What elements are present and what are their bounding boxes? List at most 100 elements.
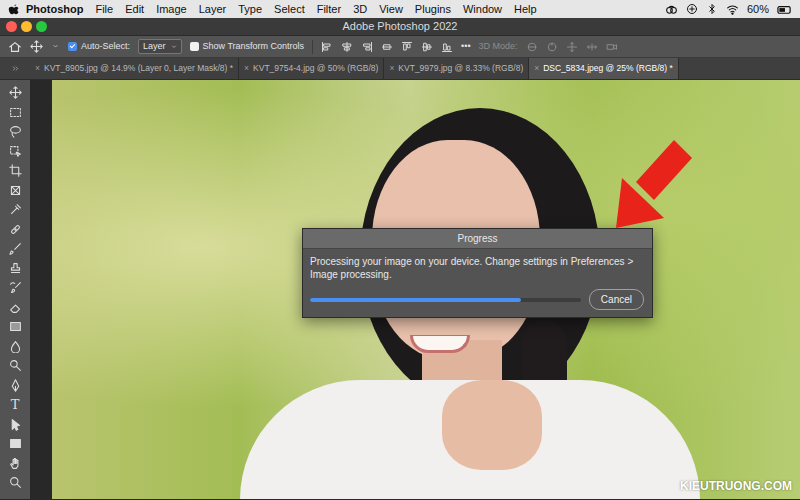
menu-item[interactable]: Layer	[193, 0, 233, 18]
document-tabs: ×KVT_8905.jpg @ 14.9% (Layer 0, Layer Ma…	[0, 58, 800, 80]
more-options-button[interactable]: •••	[461, 40, 470, 54]
options-bar: Auto-Select: Layer Show Transform Controls…	[0, 36, 800, 58]
bluetooth-icon[interactable]	[706, 3, 718, 15]
menu-item[interactable]: Type	[232, 0, 268, 18]
tool-button[interactable]	[0, 454, 30, 474]
window-controls	[6, 21, 47, 32]
tool-button[interactable]	[0, 278, 30, 298]
tab-label: KVT_9754-4.jpg @ 50% (RGB/8)	[253, 63, 378, 73]
caret-icon[interactable]	[51, 42, 60, 51]
rectangle-icon	[9, 437, 22, 450]
collapse-icon[interactable]	[11, 64, 20, 73]
dodge-icon	[9, 359, 22, 372]
menu-item[interactable]: Image	[150, 0, 193, 18]
tool-button[interactable]	[0, 200, 30, 220]
transform-controls-checkbox[interactable]: Show Transform Controls	[190, 40, 305, 54]
align-icon[interactable]	[341, 41, 353, 53]
dialog-message: Processing your image on your device. Ch…	[310, 255, 644, 281]
tool-button[interactable]	[0, 473, 30, 493]
app-menu[interactable]: Photoshop	[20, 0, 89, 18]
document-tab[interactable]: × KVT_9754-4.jpg @ 50% (RGB/8)	[239, 58, 384, 79]
zoom-button[interactable]	[36, 21, 47, 32]
brush-icon	[9, 242, 22, 255]
menu-item[interactable]: File	[89, 0, 119, 18]
tool-button[interactable]	[0, 317, 30, 337]
tab-close-button[interactable]: ×	[534, 63, 539, 73]
lasso-icon	[9, 125, 22, 138]
gradient-icon	[9, 320, 22, 333]
apple-icon[interactable]	[8, 3, 20, 15]
cancel-button[interactable]: Cancel	[589, 289, 644, 310]
progress-row: Cancel	[310, 289, 644, 310]
marquee-icon	[9, 106, 22, 119]
align-icon[interactable]	[381, 41, 393, 53]
tool-button[interactable]	[0, 161, 30, 181]
menu-item[interactable]: Select	[268, 0, 311, 18]
align-icon[interactable]	[441, 41, 453, 53]
menu-item[interactable]: Filter	[311, 0, 347, 18]
checkbox-box[interactable]	[190, 42, 199, 51]
object-select-icon	[9, 145, 22, 158]
creative-cloud-icon[interactable]	[665, 3, 678, 16]
path-select-icon	[9, 418, 22, 431]
move-tool-icon[interactable]	[30, 40, 43, 53]
hand-icon	[9, 457, 22, 470]
caret-icon	[170, 43, 178, 51]
document-tab[interactable]: × DSC_5834.jpeg @ 25% (RGB/8) *	[529, 58, 679, 79]
tool-button[interactable]	[0, 337, 30, 357]
tab-close-button[interactable]: ×	[35, 63, 40, 73]
checkbox-box[interactable]	[68, 42, 77, 51]
menu-item[interactable]: Help	[508, 0, 543, 18]
minimize-button[interactable]	[21, 21, 32, 32]
tool-button[interactable]	[0, 181, 30, 201]
pan-icon	[566, 41, 578, 53]
tool-button[interactable]	[0, 239, 30, 259]
hand-shape	[442, 380, 542, 470]
menu-item[interactable]: 3D	[347, 0, 373, 18]
document-tab[interactable]: ×KVT_8905.jpg @ 14.9% (Layer 0, Layer Ma…	[30, 58, 239, 79]
tab-close-button[interactable]: ×	[244, 63, 249, 73]
eyedropper-icon	[9, 203, 22, 216]
close-button[interactable]	[6, 21, 17, 32]
tool-button[interactable]: T	[0, 395, 30, 415]
window-title: Adobe Photoshop 2022	[343, 18, 458, 35]
document-tab[interactable]: ×KVT_9979.jpg @ 8.33% (RGB/8)	[384, 58, 529, 79]
target-dropdown[interactable]: Layer	[138, 39, 182, 54]
tool-button[interactable]	[0, 298, 30, 318]
control-icon[interactable]	[686, 3, 698, 15]
tool-button[interactable]	[0, 122, 30, 142]
clone-stamp-icon	[9, 262, 22, 275]
menu-item[interactable]: View	[373, 0, 409, 18]
tool-button[interactable]	[0, 142, 30, 162]
align-icon[interactable]	[361, 41, 373, 53]
tool-button[interactable]	[0, 376, 30, 396]
align-icon[interactable]	[421, 41, 433, 53]
tool-button[interactable]	[0, 83, 30, 103]
tab-label: DSC_5834.jpeg @ 25% (RGB/8) *	[543, 63, 673, 73]
tool-button[interactable]	[0, 103, 30, 123]
tab-close-button[interactable]: ×	[389, 63, 394, 73]
wifi-icon[interactable]	[726, 3, 739, 16]
battery-icon[interactable]	[777, 2, 792, 17]
zoom-icon	[9, 476, 22, 489]
progress-track	[310, 298, 581, 302]
battery-percent: 60%	[747, 1, 769, 18]
home-icon[interactable]	[8, 40, 22, 54]
tool-button[interactable]	[0, 434, 30, 454]
align-icon[interactable]	[401, 41, 413, 53]
align-icon[interactable]	[321, 41, 333, 53]
menu-item[interactable]: Edit	[119, 0, 150, 18]
auto-select-checkbox[interactable]: Auto-Select:	[68, 40, 130, 54]
menu-item[interactable]: Window	[457, 0, 508, 18]
pen-icon	[9, 379, 22, 392]
tool-button[interactable]	[0, 415, 30, 435]
checkbox-label: Show Transform Controls	[203, 40, 305, 54]
document-canvas[interactable]: ProgressProcessing your image on your de…	[52, 80, 800, 499]
menu-item[interactable]: Plugins	[409, 0, 457, 18]
slide-icon	[586, 41, 598, 53]
tool-button[interactable]	[0, 356, 30, 376]
title-bar: Adobe Photoshop 2022	[0, 18, 800, 36]
tool-button[interactable]	[0, 259, 30, 279]
watermark: KIEUTRUONG.COM	[680, 477, 792, 495]
tool-button[interactable]	[0, 220, 30, 240]
